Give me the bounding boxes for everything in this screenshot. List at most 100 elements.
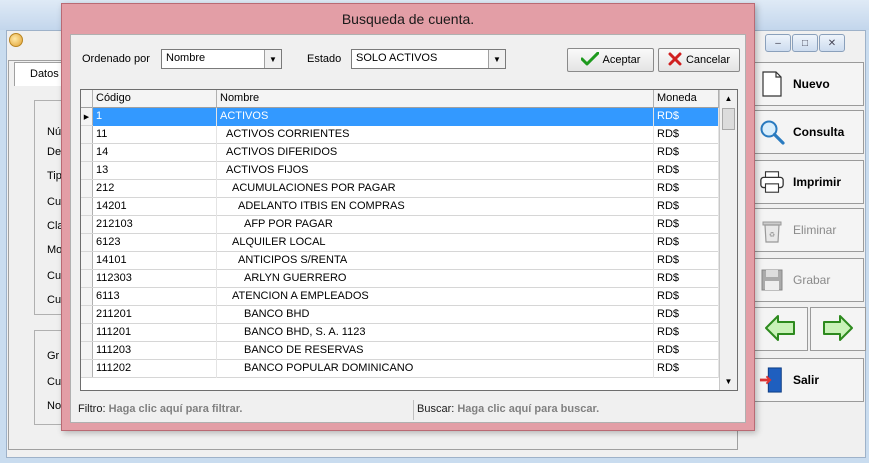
accounts-grid[interactable]: Código Nombre Moneda ▶ 1 ACTIVOS RD$ 11 ACTIV… — [80, 89, 738, 391]
cell-moneda[interactable]: RD$ — [654, 108, 719, 126]
grabar-button[interactable]: Grabar — [752, 258, 864, 302]
cell-nombre[interactable]: BANCO POPULAR DOMINICANO — [217, 360, 654, 378]
cell-codigo[interactable]: 212103 — [93, 216, 217, 234]
cell-nombre[interactable]: ACTIVOS FIJOS — [217, 162, 654, 180]
ordenado-select[interactable]: Nombre ▼ — [161, 49, 282, 69]
next-button[interactable] — [810, 307, 866, 351]
salir-button[interactable]: Salir — [752, 358, 864, 402]
table-row[interactable]: 112303 ARLYN GUERRERO RD$ — [81, 270, 719, 288]
chevron-down-icon[interactable]: ▼ — [488, 50, 505, 68]
table-row[interactable]: ▶ 1 ACTIVOS RD$ — [81, 108, 719, 126]
consulta-button[interactable]: Consulta — [752, 110, 864, 154]
row-indicator[interactable] — [81, 342, 93, 359]
scroll-down-icon[interactable]: ▼ — [720, 373, 737, 390]
cell-moneda[interactable]: RD$ — [654, 126, 719, 144]
cell-moneda[interactable]: RD$ — [654, 360, 719, 378]
row-indicator[interactable] — [81, 162, 93, 179]
table-row[interactable]: 111201 BANCO BHD, S. A. 1123 RD$ — [81, 324, 719, 342]
cell-moneda[interactable]: RD$ — [654, 306, 719, 324]
row-indicator[interactable] — [81, 270, 93, 287]
table-row[interactable]: 14101 ANTICIPOS S/RENTA RD$ — [81, 252, 719, 270]
column-codigo[interactable]: Código — [93, 90, 217, 108]
table-row[interactable]: 14201 ADELANTO ITBIS EN COMPRAS RD$ — [81, 198, 719, 216]
row-indicator[interactable] — [81, 288, 93, 305]
cell-moneda[interactable]: RD$ — [654, 270, 719, 288]
cell-nombre[interactable]: ALQUILER LOCAL — [217, 234, 654, 252]
cell-codigo[interactable]: 111201 — [93, 324, 217, 342]
cell-codigo[interactable]: 6113 — [93, 288, 217, 306]
table-row[interactable]: 14 ACTIVOS DIFERIDOS RD$ — [81, 144, 719, 162]
minimize-button[interactable]: – — [765, 34, 791, 52]
cell-nombre[interactable]: ARLYN GUERRERO — [217, 270, 654, 288]
row-indicator[interactable] — [81, 198, 93, 215]
vertical-scrollbar[interactable]: ▲ ▼ — [719, 90, 737, 390]
cell-moneda[interactable]: RD$ — [654, 324, 719, 342]
cell-nombre[interactable]: ATENCION A EMPLEADOS — [217, 288, 654, 306]
cell-nombre[interactable]: ADELANTO ITBIS EN COMPRAS — [217, 198, 654, 216]
table-row[interactable]: 212103 AFP POR PAGAR RD$ — [81, 216, 719, 234]
maximize-button[interactable]: □ — [792, 34, 818, 52]
row-indicator[interactable] — [81, 324, 93, 341]
buscar-bar[interactable]: Buscar: Haga clic aquí para buscar. — [413, 400, 743, 420]
cell-nombre[interactable]: BANCO BHD, S. A. 1123 — [217, 324, 654, 342]
scroll-thumb[interactable] — [722, 108, 735, 130]
row-indicator[interactable] — [81, 306, 93, 323]
row-indicator[interactable]: ▶ — [81, 108, 93, 125]
row-indicator[interactable] — [81, 144, 93, 161]
column-moneda[interactable]: Moneda — [654, 90, 719, 108]
filtro-bar[interactable]: Filtro: Haga clic aquí para filtrar. — [75, 400, 409, 420]
row-indicator[interactable] — [81, 360, 93, 377]
cell-nombre[interactable]: ACTIVOS DIFERIDOS — [217, 144, 654, 162]
cell-codigo[interactable]: 13 — [93, 162, 217, 180]
column-nombre[interactable]: Nombre — [217, 90, 654, 108]
cell-nombre[interactable]: AFP POR PAGAR — [217, 216, 654, 234]
cell-codigo[interactable]: 14 — [93, 144, 217, 162]
table-row[interactable]: 212 ACUMULACIONES POR PAGAR RD$ — [81, 180, 719, 198]
previous-button[interactable] — [752, 307, 808, 351]
row-indicator[interactable] — [81, 126, 93, 143]
imprimir-button[interactable]: Imprimir — [752, 160, 864, 204]
cell-codigo[interactable]: 211201 — [93, 306, 217, 324]
table-row[interactable]: 111203 BANCO DE RESERVAS RD$ — [81, 342, 719, 360]
cell-nombre[interactable]: BANCO DE RESERVAS — [217, 342, 654, 360]
cell-moneda[interactable]: RD$ — [654, 252, 719, 270]
cell-nombre[interactable]: ACTIVOS CORRIENTES — [217, 126, 654, 144]
cell-codigo[interactable]: 212 — [93, 180, 217, 198]
cell-codigo[interactable]: 6123 — [93, 234, 217, 252]
nuevo-button[interactable]: Nuevo — [752, 62, 864, 106]
chevron-down-icon[interactable]: ▼ — [264, 50, 281, 68]
cell-codigo[interactable]: 11 — [93, 126, 217, 144]
eliminar-button[interactable]: ♻ Eliminar — [752, 208, 864, 252]
scroll-up-icon[interactable]: ▲ — [720, 90, 737, 107]
cancelar-button[interactable]: Cancelar — [658, 48, 740, 72]
cell-codigo[interactable]: 112303 — [93, 270, 217, 288]
estado-select[interactable]: SOLO ACTIVOS ▼ — [351, 49, 506, 69]
cell-codigo[interactable]: 14201 — [93, 198, 217, 216]
close-button[interactable]: ✕ — [819, 34, 845, 52]
cell-moneda[interactable]: RD$ — [654, 144, 719, 162]
table-row[interactable]: 6123 ALQUILER LOCAL RD$ — [81, 234, 719, 252]
table-row[interactable]: 111202 BANCO POPULAR DOMINICANO RD$ — [81, 360, 719, 378]
table-row[interactable]: 13 ACTIVOS FIJOS RD$ — [81, 162, 719, 180]
row-indicator[interactable] — [81, 234, 93, 251]
cell-nombre[interactable]: ACTIVOS — [217, 108, 654, 126]
table-row[interactable]: 6113 ATENCION A EMPLEADOS RD$ — [81, 288, 719, 306]
cell-nombre[interactable]: BANCO BHD — [217, 306, 654, 324]
cell-nombre[interactable]: ACUMULACIONES POR PAGAR — [217, 180, 654, 198]
cell-moneda[interactable]: RD$ — [654, 180, 719, 198]
cell-moneda[interactable]: RD$ — [654, 162, 719, 180]
cell-moneda[interactable]: RD$ — [654, 198, 719, 216]
cell-nombre[interactable]: ANTICIPOS S/RENTA — [217, 252, 654, 270]
cell-moneda[interactable]: RD$ — [654, 216, 719, 234]
cell-codigo[interactable]: 14101 — [93, 252, 217, 270]
aceptar-button[interactable]: Aceptar — [567, 48, 654, 72]
cell-codigo[interactable]: 1 — [93, 108, 217, 126]
cell-moneda[interactable]: RD$ — [654, 342, 719, 360]
cell-moneda[interactable]: RD$ — [654, 234, 719, 252]
cell-codigo[interactable]: 111202 — [93, 360, 217, 378]
row-indicator[interactable] — [81, 180, 93, 197]
table-row[interactable]: 11 ACTIVOS CORRIENTES RD$ — [81, 126, 719, 144]
table-row[interactable]: 211201 BANCO BHD RD$ — [81, 306, 719, 324]
cell-moneda[interactable]: RD$ — [654, 288, 719, 306]
row-indicator[interactable] — [81, 252, 93, 269]
